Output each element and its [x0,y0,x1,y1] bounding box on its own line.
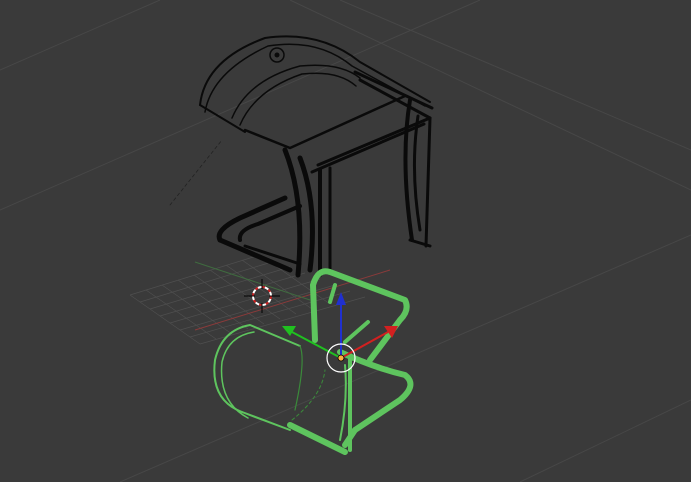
z-arrow-icon[interactable] [336,292,346,305]
viewport-canvas[interactable] [0,0,691,482]
chair-original[interactable] [169,35,434,278]
transform-gizmo[interactable] [282,292,398,373]
y-arrow-icon[interactable] [282,326,296,336]
chair-copy[interactable] [213,268,414,455]
3d-viewport[interactable] [0,0,691,482]
x-axis-line [194,269,391,331]
pivot-point [337,354,345,362]
